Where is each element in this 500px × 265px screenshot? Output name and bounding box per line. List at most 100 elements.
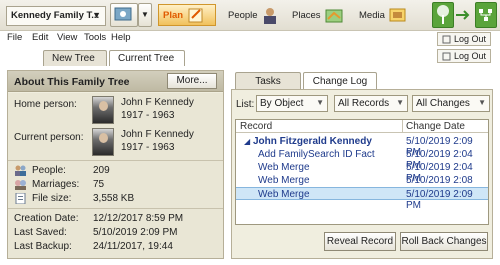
tab-change-log-label: Change Log (312, 75, 368, 87)
current-person-years: 1917 - 1963 (121, 142, 175, 153)
chevron-down-icon: ▼ (316, 98, 324, 107)
table-row[interactable]: Web Merge 5/10/2019 2:08 PM (236, 174, 488, 197)
home-person-name[interactable]: John F Kennedy (121, 97, 194, 109)
current-person-name[interactable]: John F Kennedy (121, 129, 194, 141)
places-button[interactable]: Places (288, 4, 350, 26)
logout-label: Log Out (454, 51, 487, 61)
changes-filter-value: All Changes (416, 98, 470, 109)
record-cell: Add FamilySearch ID Fact (258, 149, 375, 160)
column-record[interactable]: Record (240, 121, 272, 132)
tree-sync-button[interactable] (432, 2, 454, 28)
changes-filter-select[interactable]: All Changes ▼ (412, 95, 490, 112)
creation-date-label: Creation Date: (14, 213, 79, 224)
record-cell: Web Merge (258, 175, 310, 186)
chevron-down-icon: ▼ (478, 98, 486, 107)
record-cell: Web Merge (258, 189, 310, 200)
marriages-icon (15, 180, 26, 190)
roll-back-changes-button[interactable]: Roll Back Changes (400, 232, 488, 251)
table-row[interactable]: ◢ John Fitzgerald Kennedy 5/10/2019 2:09… (236, 135, 488, 158)
records-filter-select[interactable]: All Records ▼ (334, 95, 408, 112)
list-by-select[interactable]: By Object ▼ (256, 95, 328, 112)
column-divider[interactable] (402, 120, 403, 133)
tree-tools-dropdown[interactable]: ▼ (138, 3, 152, 27)
main-tabs: New Tree Current Tree Log Out (0, 48, 500, 66)
home-person-portrait[interactable] (92, 96, 114, 124)
date-cell: 5/10/2019 2:09 PM (406, 189, 473, 211)
plan-label: Plan (163, 9, 184, 21)
menu-bar: File Edit View Tools Help Log Out (0, 31, 500, 46)
divider (8, 208, 223, 209)
last-backup-label: Last Backup: (14, 241, 72, 252)
people-count-label: People: (32, 165, 66, 176)
menu-file[interactable]: File (7, 32, 22, 43)
people-icon (15, 165, 26, 176)
menu-edit[interactable]: Edit (32, 32, 48, 43)
tab-current-tree-label: Current Tree (118, 53, 175, 64)
people-icon (263, 8, 276, 24)
media-icon (389, 8, 406, 22)
last-backup-value: 24/11/2017, 19:44 (93, 241, 173, 252)
chevron-down-icon: ▼ (92, 10, 101, 20)
media-label: Media (359, 9, 385, 21)
about-tree-header: About This Family Tree More... (8, 71, 223, 92)
records-filter-value: All Records (338, 98, 390, 109)
table-row[interactable]: Web Merge 5/10/2019 2:04 PM (236, 161, 488, 184)
file-size-icon (15, 193, 26, 204)
about-tree-body: Home person: John F Kennedy 1917 - 1963 … (8, 93, 223, 258)
sync-arrows-icon[interactable] (455, 8, 473, 22)
reveal-record-button[interactable]: Reveal Record (324, 232, 396, 251)
places-label: Places (292, 9, 321, 21)
about-tree-title: About This Family Tree (14, 76, 130, 88)
more-button[interactable]: More... (167, 73, 217, 89)
tab-new-tree[interactable]: New Tree (43, 50, 107, 66)
collapse-triangle-icon[interactable]: ◢ (244, 137, 250, 146)
people-button[interactable]: People (224, 4, 280, 26)
divider (8, 160, 223, 161)
creation-date-value: 12/12/2017 8:59 PM (93, 213, 184, 224)
people-count-value: 209 (93, 165, 110, 176)
record-cell: John Fitzgerald Kennedy (253, 136, 372, 147)
change-log-grid: Record Change Date ◢ John Fitzgerald Ken… (235, 119, 489, 225)
table-row-selected[interactable]: Web Merge 5/10/2019 2:09 PM (236, 187, 488, 211)
logout-label: Log Out (454, 34, 487, 44)
current-person-portrait[interactable] (92, 128, 114, 156)
tab-change-log[interactable]: Change Log (303, 72, 377, 89)
record-cell: Web Merge (258, 162, 310, 173)
change-log-panel: Tasks Change Log List: By Object ▼ All R… (231, 70, 493, 259)
places-icon (325, 9, 343, 23)
menu-tools[interactable]: Tools (84, 32, 106, 43)
logout-icon (442, 52, 451, 60)
table-row[interactable]: Add FamilySearch ID Fact 5/10/2019 2:04 … (236, 148, 488, 171)
top-toolbar: Kennedy Family T... ▼ ▼ Plan People Plac… (0, 0, 500, 31)
chevron-down-icon: ▼ (396, 98, 404, 107)
logout-button-secondary[interactable]: Log Out (437, 49, 491, 63)
tree-selector[interactable]: Kennedy Family T... ▼ (6, 6, 106, 26)
menu-help[interactable]: Help (111, 32, 131, 43)
tree-tools-button[interactable] (110, 3, 138, 27)
family-tree-button[interactable] (475, 2, 497, 28)
tab-tasks[interactable]: Tasks (235, 72, 301, 89)
logout-button[interactable]: Log Out (437, 32, 491, 46)
plan-button[interactable]: Plan (158, 4, 216, 26)
grid-header: Record Change Date (236, 120, 488, 133)
media-button[interactable]: Media (355, 4, 411, 26)
menu-view[interactable]: View (57, 32, 77, 43)
people-label: People (228, 9, 258, 21)
column-change-date[interactable]: Change Date (406, 121, 465, 132)
family-tree-icon (479, 9, 492, 21)
tab-current-tree[interactable]: Current Tree (109, 50, 185, 66)
plan-icon (188, 8, 203, 23)
tree-icon (437, 5, 449, 24)
marriages-count-value: 75 (93, 179, 105, 190)
list-by-value: By Object (260, 98, 304, 109)
file-size-label: File size: (32, 193, 72, 204)
tab-tasks-label: Tasks (255, 75, 281, 87)
home-person-years: 1917 - 1963 (121, 110, 175, 121)
tree-name: Kennedy Family T... (11, 10, 100, 21)
file-size-value: 3,558 KB (93, 193, 135, 204)
logout-icon (442, 35, 451, 43)
list-label: List: (236, 99, 255, 110)
change-log-body: List: By Object ▼ All Records ▼ All Chan… (231, 89, 493, 259)
home-person-label: Home person: (14, 99, 77, 110)
last-saved-label: Last Saved: (14, 227, 67, 238)
